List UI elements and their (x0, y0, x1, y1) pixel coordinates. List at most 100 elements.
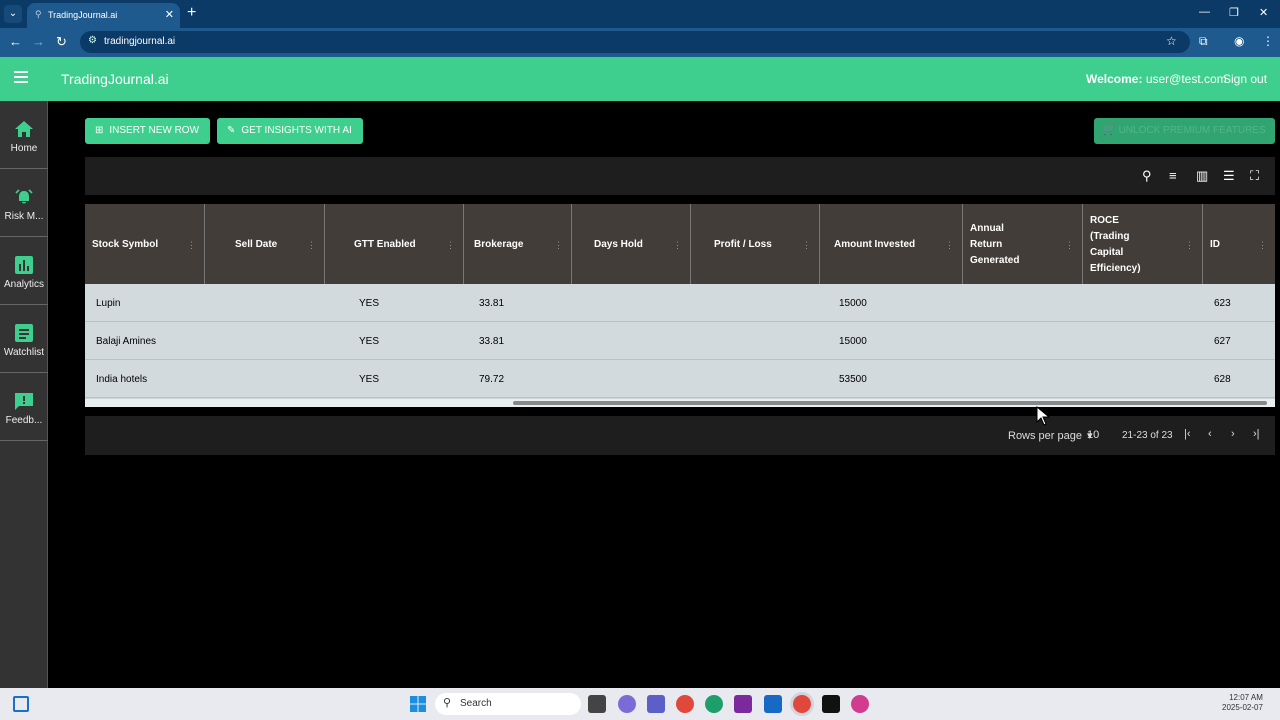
column-menu-icon[interactable]: ⋮ (945, 240, 954, 251)
restore-icon[interactable]: ❐ (1229, 6, 1239, 19)
rows-per-page-label: Rows per page (1008, 430, 1082, 442)
forward-icon[interactable]: → (32, 34, 45, 49)
system-clock[interactable]: 12:07 AM 2025-02-07 (1222, 693, 1263, 713)
tab-close-icon[interactable]: ✕ (165, 8, 174, 21)
taskbar-search[interactable]: ⚲ Search (435, 693, 581, 715)
table-row[interactable]: India hotels YES 79.72 53500 628 (85, 360, 1275, 398)
previous-page-icon[interactable]: ‹ (1208, 428, 1212, 440)
unlock-premium-button[interactable]: 🛒 UNLOCK PREMIUM FEATURES (1094, 118, 1275, 144)
column-header-days-hold[interactable]: Days Hold ⋮ (572, 204, 691, 284)
column-menu-icon[interactable]: ⋮ (1185, 240, 1194, 251)
tab-title: TradingJournal.ai (48, 10, 118, 20)
column-menu-icon[interactable]: ⋮ (307, 240, 316, 251)
first-page-icon[interactable]: |‹ (1184, 428, 1191, 440)
horizontal-scrollbar[interactable] (85, 399, 1275, 407)
reload-icon[interactable]: ↻ (56, 34, 67, 50)
column-menu-icon[interactable]: ⋮ (673, 240, 682, 251)
slack-icon[interactable] (851, 695, 869, 713)
column-header-annual-return[interactable]: Annual Return Generated ⋮ (963, 204, 1083, 284)
table-toolbar: ⚲ ≡ ▥ ☰ ⛶ (85, 157, 1275, 195)
sidebar-item-analytics[interactable]: Analytics (0, 237, 48, 305)
brand-title: TradingJournal.ai (61, 71, 169, 87)
pycharm-icon[interactable] (822, 695, 840, 713)
analytics-icon (15, 256, 33, 274)
columns-icon[interactable]: ▥ (1196, 168, 1208, 184)
windows-taskbar: ⚲ Search 12:07 AM 2025-02-07 (0, 688, 1280, 720)
column-menu-icon[interactable]: ⋮ (1065, 240, 1074, 251)
sidebar-item-risk[interactable]: Risk M... (0, 169, 48, 237)
dropdown-arrow-icon: ▾ (1087, 430, 1093, 442)
outlook-icon[interactable] (764, 695, 782, 713)
file-explorer-icon[interactable] (588, 695, 606, 713)
column-header-profit-loss[interactable]: Profit / Loss ⋮ (691, 204, 820, 284)
cell-id: 627 (1214, 336, 1231, 347)
table-row[interactable]: Balaji Amines YES 33.81 15000 627 (85, 322, 1275, 360)
search-icon[interactable]: ⚲ (1142, 168, 1152, 184)
chrome-active-icon[interactable] (793, 695, 811, 713)
browser-tab-strip: ⌄ ⚲ TradingJournal.ai ✕ + — ❐ ✕ (0, 0, 1280, 28)
cell-amount-invested: 15000 (839, 336, 867, 347)
get-insights-button[interactable]: ✎ GET INSIGHTS WITH AI (217, 118, 363, 144)
sidebar: Home Risk M... Analytics Watchlist Feedb… (0, 101, 48, 688)
edge-icon[interactable] (705, 695, 723, 713)
column-header-roce[interactable]: ROCE (Trading Capital Efficiency) ⋮ (1083, 204, 1203, 284)
magic-wand-icon: ✎ (227, 125, 236, 136)
home-icon (15, 121, 33, 137)
sidebar-item-watchlist[interactable]: Watchlist (0, 305, 48, 373)
chrome-icon[interactable] (676, 695, 694, 713)
bookmark-star-icon[interactable]: ☆ (1166, 34, 1177, 48)
column-header-sell-date[interactable]: Sell Date ⋮ (205, 204, 325, 284)
teams-icon[interactable] (647, 695, 665, 713)
welcome-text: Welcome: user@test.com (1086, 72, 1227, 86)
scrollbar-thumb[interactable] (513, 401, 1267, 405)
widgets-icon[interactable] (13, 696, 29, 712)
column-header-stock-symbol[interactable]: Stock Symbol ⋮ (85, 204, 205, 284)
last-page-icon[interactable]: ›| (1253, 428, 1260, 440)
extensions-icon[interactable]: ⧉ (1199, 34, 1208, 49)
cart-icon: 🛒 (1103, 125, 1116, 136)
column-menu-icon[interactable]: ⋮ (187, 240, 196, 251)
grid-header: Stock Symbol ⋮ Sell Date ⋮ GTT Enabled ⋮… (85, 204, 1275, 284)
signout-link[interactable]: Sign out (1223, 72, 1267, 86)
cell-stock-symbol: Lupin (96, 298, 121, 309)
new-tab-icon[interactable]: + (187, 4, 196, 22)
column-header-gtt-enabled[interactable]: GTT Enabled ⋮ (325, 204, 464, 284)
minimize-icon[interactable]: — (1199, 6, 1210, 18)
onenote-icon[interactable] (734, 695, 752, 713)
menu-icon[interactable] (14, 71, 28, 83)
column-header-brokerage[interactable]: Brokerage ⋮ (464, 204, 572, 284)
insert-new-row-button[interactable]: ⊞ INSERT NEW ROW (85, 118, 210, 144)
column-header-amount-invested[interactable]: Amount Invested ⋮ (820, 204, 963, 284)
profile-avatar-icon[interactable]: ◉ (1234, 34, 1244, 48)
address-bar[interactable]: ⚙ tradingjournal.ai (80, 31, 1190, 53)
feedback-icon (15, 393, 33, 410)
cell-stock-symbol: Balaji Amines (96, 336, 157, 347)
column-menu-icon[interactable]: ⋮ (446, 240, 455, 251)
sidebar-item-home[interactable]: Home (0, 101, 48, 169)
browser-tab[interactable]: ⚲ TradingJournal.ai ✕ (27, 3, 180, 28)
browser-menu-icon[interactable]: ⋮ (1262, 34, 1274, 48)
cell-gtt-enabled: YES (359, 374, 380, 385)
url-text: tradingjournal.ai (104, 36, 176, 47)
column-menu-icon[interactable]: ⋮ (802, 240, 811, 251)
cell-amount-invested: 53500 (839, 374, 867, 385)
filter-icon[interactable]: ≡ (1169, 168, 1177, 183)
next-page-icon[interactable]: › (1231, 428, 1235, 440)
back-icon[interactable]: ← (9, 34, 22, 49)
table-row[interactable]: Lupin YES 33.81 15000 623 (85, 284, 1275, 322)
windows-start-icon[interactable] (410, 696, 426, 712)
table-add-icon: ⊞ (95, 125, 104, 136)
density-icon[interactable]: ☰ (1223, 168, 1235, 184)
copilot-icon[interactable] (618, 695, 636, 713)
sidebar-item-feedback[interactable]: Feedb... (0, 373, 48, 441)
column-menu-icon[interactable]: ⋮ (1258, 240, 1267, 251)
cell-gtt-enabled: YES (359, 298, 380, 309)
site-info-icon[interactable]: ⚙ (88, 35, 97, 46)
column-menu-icon[interactable]: ⋮ (554, 240, 563, 251)
sidebar-item-label: Analytics (3, 279, 44, 290)
cell-gtt-enabled: YES (359, 336, 380, 347)
window-close-icon[interactable]: ✕ (1259, 6, 1268, 19)
tab-search-dropdown-icon[interactable]: ⌄ (4, 5, 22, 23)
fullscreen-icon[interactable]: ⛶ (1250, 168, 1259, 184)
column-header-id[interactable]: ID ⋮ (1203, 204, 1275, 284)
